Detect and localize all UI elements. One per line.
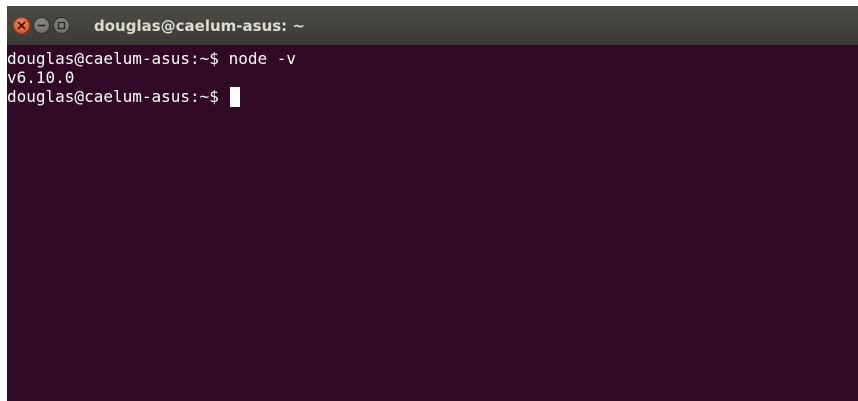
window-title: douglas@caelum-asus: ~ bbox=[94, 16, 305, 35]
shell-prompt: douglas@caelum-asus:~$ bbox=[7, 49, 229, 68]
minimize-button[interactable] bbox=[33, 17, 50, 34]
close-button[interactable] bbox=[13, 17, 30, 34]
command-text: node -v bbox=[228, 49, 296, 68]
command-output: v6.10.0 bbox=[7, 68, 75, 87]
maximize-icon bbox=[57, 21, 66, 30]
terminal-line: douglas@caelum-asus:~$ bbox=[7, 87, 858, 107]
title-bar[interactable]: douglas@caelum-asus: ~ bbox=[7, 6, 858, 45]
terminal-line: v6.10.0 bbox=[7, 68, 858, 87]
text-cursor bbox=[229, 87, 240, 107]
close-icon bbox=[17, 21, 26, 30]
shell-prompt: douglas@caelum-asus:~$ bbox=[7, 87, 229, 106]
maximize-button[interactable] bbox=[53, 17, 70, 34]
terminal-line: douglas@caelum-asus:~$ node -v bbox=[7, 49, 858, 68]
terminal-output[interactable]: douglas@caelum-asus:~$ node -v v6.10.0 d… bbox=[7, 49, 858, 401]
terminal-window: douglas@caelum-asus: ~ douglas@caelum-as… bbox=[7, 6, 858, 401]
minimize-icon bbox=[37, 24, 46, 27]
